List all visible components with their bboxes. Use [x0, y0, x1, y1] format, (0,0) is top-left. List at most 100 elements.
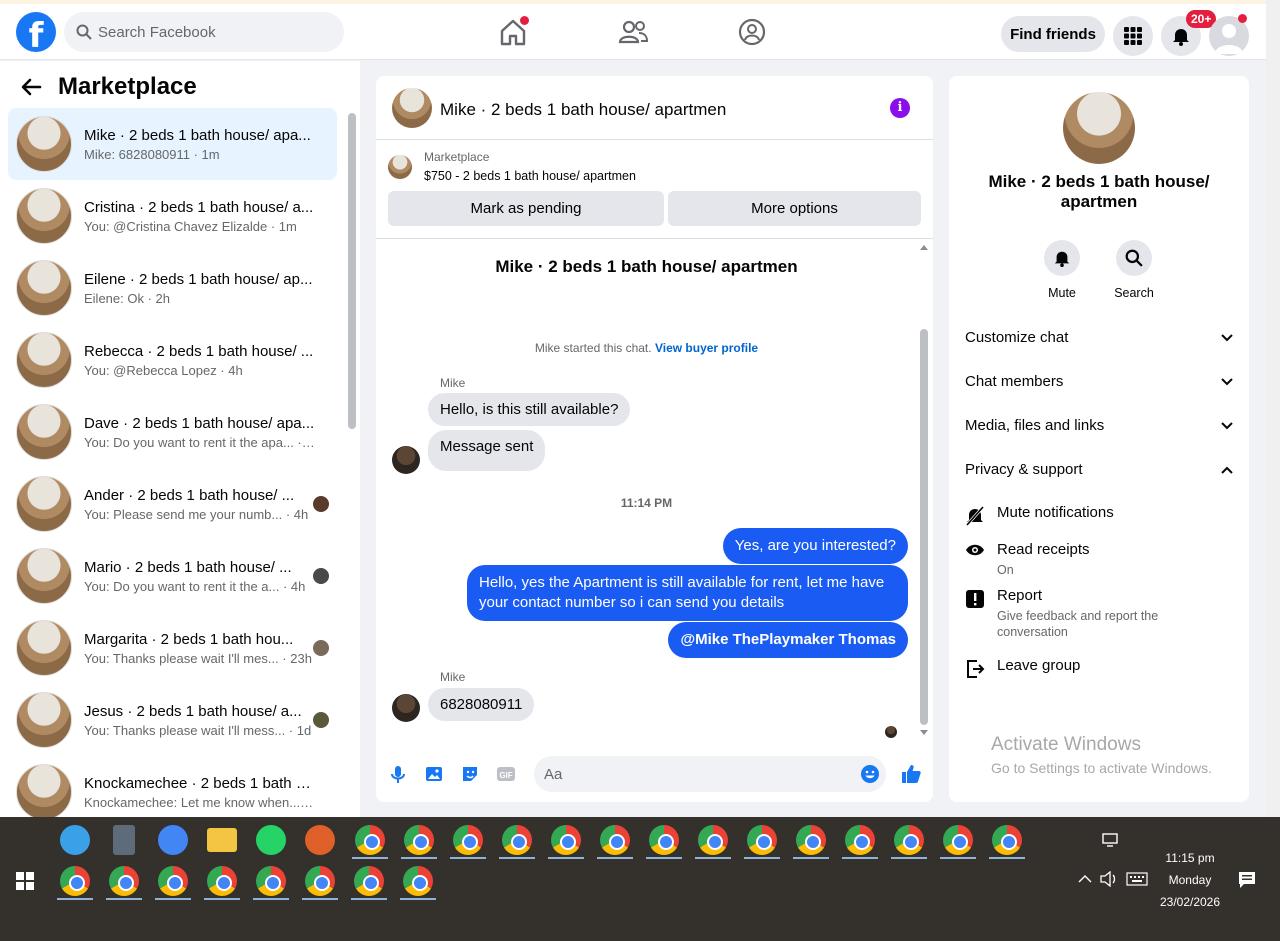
outgoing-message[interactable]: Hello, yes the Apartment is still availa… — [467, 565, 908, 621]
gif-icon[interactable]: GIF — [496, 764, 516, 784]
action-center-icon[interactable] — [1238, 871, 1256, 889]
conversation-item[interactable]: Mike · 2 beds 1 bath house/ apa... Mike: … — [8, 108, 337, 180]
outgoing-mention-message[interactable]: @Mike ThePlaymaker Thomas — [668, 622, 908, 658]
chrome-profile-icon[interactable] — [109, 866, 139, 896]
chrome-profile-icon[interactable] — [796, 825, 826, 855]
thread-scrollbar[interactable] — [920, 329, 928, 725]
conversation-name: Knockamechee · 2 beds 1 bath h... — [84, 774, 316, 792]
outgoing-message[interactable]: Yes, are you interested? — [722, 528, 908, 564]
whatsapp-icon[interactable] — [256, 825, 286, 855]
mute-action[interactable]: Mute — [1032, 240, 1092, 300]
privacy-support-section[interactable]: Privacy & support — [965, 461, 1233, 478]
chrome-profile-icon[interactable] — [354, 866, 384, 896]
chrome-profile-icon[interactable] — [404, 825, 434, 855]
incoming-message[interactable]: 6828080911 — [428, 688, 535, 721]
back-arrow-icon[interactable] — [20, 77, 42, 97]
listing-price-title: $750 - 2 beds 1 bath house/ apartmen — [424, 169, 636, 183]
app-icon[interactable] — [305, 825, 335, 855]
mark-as-pending-button[interactable]: Mark as pending — [388, 191, 664, 226]
search-input[interactable] — [98, 23, 318, 41]
message-input[interactable] — [534, 756, 886, 792]
emoji-icon[interactable] — [860, 764, 880, 784]
page-scrollbar[interactable] — [1266, 0, 1280, 817]
windows-taskbar: 11:15 pm Monday 23/02/2026 — [0, 817, 1280, 941]
chrome-profile-icon[interactable] — [355, 825, 385, 855]
conversation-avatar[interactable] — [1063, 92, 1135, 164]
chrome-profile-icon[interactable] — [551, 825, 581, 855]
chrome-profile-icon[interactable] — [943, 825, 973, 855]
chrome-profile-icon[interactable] — [305, 866, 335, 896]
conversation-item[interactable]: Dave · 2 beds 1 bath house/ apa... You: D… — [8, 396, 337, 468]
search-app-icon[interactable] — [158, 825, 188, 855]
scroll-down-arrow-icon[interactable] — [919, 729, 929, 737]
chrome-profile-icon[interactable] — [453, 825, 483, 855]
chrome-profile-icon[interactable] — [60, 866, 90, 896]
conversation-item[interactable]: Eilene · 2 beds 1 bath house/ ap... Eilen… — [8, 252, 337, 324]
conversation-item[interactable]: Rebecca · 2 beds 1 bath house/ ... You: @… — [8, 324, 337, 396]
seen-avatar — [313, 496, 329, 512]
running-indicator — [351, 898, 387, 900]
chrome-profile-icon[interactable] — [502, 825, 532, 855]
chrome-profile-icon[interactable] — [256, 866, 286, 896]
volume-icon[interactable] — [1100, 871, 1118, 887]
search-action[interactable]: Search — [1104, 240, 1164, 300]
chrome-profile-icon[interactable] — [894, 825, 924, 855]
chrome-profile-icon[interactable] — [698, 825, 728, 855]
windows-start-icon[interactable] — [16, 872, 34, 890]
network-display-icon[interactable] — [1102, 833, 1118, 847]
list-scrollbar[interactable] — [348, 113, 356, 429]
like-thumbs-up-icon[interactable] — [899, 762, 923, 786]
conversation-item[interactable]: Mario · 2 beds 1 bath house/ ... You: Do … — [8, 540, 337, 612]
facebook-logo-icon[interactable]: f — [16, 12, 56, 52]
calculator-icon[interactable] — [113, 825, 135, 855]
view-buyer-profile-link[interactable]: View buyer profile — [655, 341, 758, 355]
incoming-message[interactable]: Hello, is this still available? — [428, 393, 631, 426]
more-options-button[interactable]: More options — [668, 191, 921, 226]
scroll-up-arrow-icon[interactable] — [919, 243, 929, 251]
find-friends-button[interactable]: Find friends — [1001, 16, 1105, 52]
marketplace-label: Marketplace — [424, 150, 490, 164]
chrome-profile-icon[interactable] — [845, 825, 875, 855]
customize-chat-section[interactable]: Customize chat — [965, 329, 1233, 346]
keyboard-icon[interactable] — [1126, 872, 1148, 886]
chrome-profile-icon[interactable] — [649, 825, 679, 855]
chat-avatar[interactable] — [392, 88, 432, 128]
friends-icon[interactable] — [617, 16, 649, 48]
taskbar-clock[interactable]: 11:15 pm Monday 23/02/2026 — [1150, 847, 1230, 913]
chrome-profile-icon[interactable] — [600, 825, 630, 855]
photo-icon[interactable] — [424, 764, 444, 784]
incoming-message[interactable]: Message sent — [428, 430, 546, 471]
chrome-profile-icon[interactable] — [207, 866, 237, 896]
report-item[interactable]: Report Give feedback and report the conve… — [965, 587, 1233, 640]
file-explorer-icon[interactable] — [207, 828, 237, 852]
chat-members-section[interactable]: Chat members — [965, 373, 1233, 390]
sender-avatar[interactable] — [392, 446, 420, 474]
conversation-item[interactable]: Ander · 2 beds 1 bath house/ ... You: Ple… — [8, 468, 337, 540]
conversation-item[interactable]: Margarita · 2 beds 1 bath hou... You: Tha… — [8, 612, 337, 684]
listing-summary[interactable]: Marketplace $750 - 2 beds 1 bath house/ … — [388, 150, 636, 183]
show-hidden-icons-chevron-icon[interactable] — [1078, 874, 1092, 884]
app-icon[interactable] — [60, 825, 90, 855]
microphone-icon[interactable] — [388, 764, 408, 784]
chat-title[interactable]: Mike · 2 beds 1 bath house/ apartmen — [440, 100, 726, 120]
sender-avatar[interactable] — [392, 694, 420, 722]
conversation-item[interactable]: Cristina · 2 beds 1 bath house/ a... You:… — [8, 180, 337, 252]
listing-thumbnail — [16, 692, 72, 748]
chrome-profile-icon[interactable] — [747, 825, 777, 855]
sticker-icon[interactable] — [460, 764, 480, 784]
info-icon[interactable]: i — [890, 98, 910, 118]
running-indicator — [57, 898, 93, 900]
media-files-section[interactable]: Media, files and links — [965, 417, 1233, 434]
chrome-profile-icon[interactable] — [158, 866, 188, 896]
conversation-item[interactable]: Jesus · 2 beds 1 bath house/ a... You: Th… — [8, 684, 337, 756]
chrome-profile-icon[interactable] — [992, 825, 1022, 855]
running-indicator — [940, 857, 976, 859]
mute-notifications-item[interactable]: Mute notifications — [965, 504, 1233, 531]
chrome-profile-icon[interactable] — [403, 866, 433, 896]
menu-button[interactable] — [1113, 16, 1153, 56]
list-header: Marketplace — [20, 73, 197, 101]
search-box[interactable] — [64, 12, 344, 52]
groups-icon[interactable] — [736, 16, 768, 48]
read-receipts-item[interactable]: Read receipts On — [965, 541, 1233, 578]
leave-group-item[interactable]: Leave group — [965, 657, 1233, 684]
